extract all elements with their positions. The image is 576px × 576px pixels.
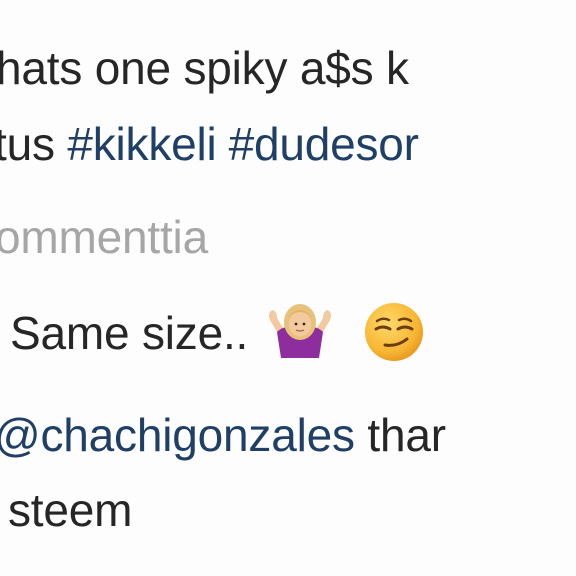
caption-text-fragment: tus xyxy=(0,118,68,170)
view-comments-link[interactable]: ommenttia xyxy=(0,214,208,260)
hashtag-kikkeli-link[interactable]: #kikkeli xyxy=(67,118,216,170)
hashtag-dudesor-link[interactable]: #dudesor xyxy=(229,118,419,170)
mention-chachigonzales-link[interactable]: @chachigonzales xyxy=(0,409,355,461)
comment-text: Same size.. xyxy=(10,307,249,359)
screenshot-frame: hats one spiky a$s k tus #kikkeli #dudeso… xyxy=(0,0,576,576)
comment-reply-1: Same size.. xyxy=(10,302,425,363)
woman-shrugging-icon xyxy=(265,302,335,358)
caption-line-2: tus #kikkeli #dudesor xyxy=(0,121,419,167)
caption-text: hats one spiky a$s k xyxy=(0,42,409,94)
caption-line-1: hats one spiky a$s k xyxy=(0,45,409,91)
comment-reply-2: @chachigonzales thar xyxy=(0,412,446,458)
view-comments-label: ommenttia xyxy=(0,211,208,263)
comment-text-fragment: thar xyxy=(354,409,446,461)
comment-text: steem xyxy=(8,484,133,536)
smirking-face-icon xyxy=(363,301,425,363)
comment-reply-2-line-2: steem xyxy=(8,487,132,533)
